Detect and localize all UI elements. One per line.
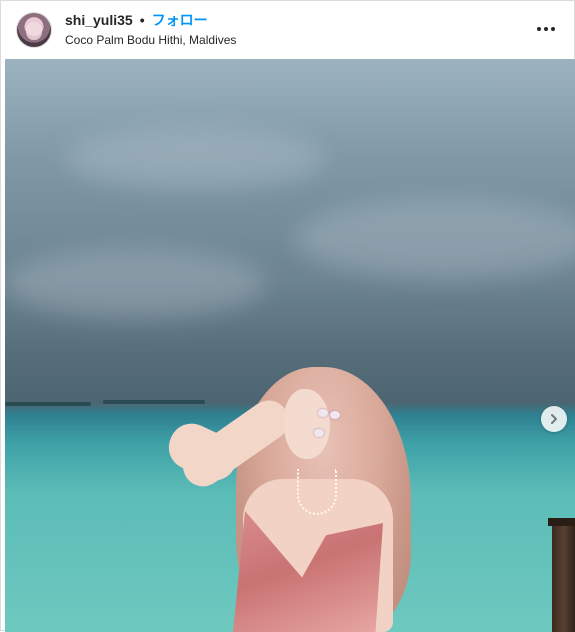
person-face: [284, 389, 330, 459]
reef-line: [103, 400, 205, 404]
cloud: [295, 199, 575, 279]
more-options-icon[interactable]: [534, 19, 558, 39]
hair-clip: [318, 409, 328, 417]
post-photo[interactable]: [5, 59, 575, 632]
hair-clip: [314, 429, 324, 437]
follow-button[interactable]: フォロー: [152, 12, 208, 28]
next-image-button[interactable]: [541, 406, 567, 432]
necklace: [297, 469, 337, 515]
cloud: [5, 249, 265, 319]
more-dot-1: [537, 27, 541, 31]
more-dot-3: [551, 27, 555, 31]
avatar[interactable]: [17, 13, 51, 47]
chevron-right-icon: [551, 414, 557, 424]
post-meta: shi_yuli35 • フォロー Coco Palm Bodu Hithi, …: [65, 12, 236, 48]
hair-clip: [330, 411, 340, 419]
location-link[interactable]: Coco Palm Bodu Hithi, Maldives: [65, 33, 236, 48]
cloud: [65, 129, 325, 189]
wooden-post: [548, 518, 575, 632]
username-link[interactable]: shi_yuli35: [65, 12, 133, 28]
username-row: shi_yuli35 • フォロー: [65, 12, 236, 28]
reef-line: [5, 402, 91, 406]
post-header: shi_yuli35 • フォロー Coco Palm Bodu Hithi, …: [1, 1, 574, 59]
separator-dot: •: [139, 12, 145, 29]
instagram-post-card: shi_yuli35 • フォロー Coco Palm Bodu Hithi, …: [0, 0, 575, 632]
more-dot-2: [544, 27, 548, 31]
